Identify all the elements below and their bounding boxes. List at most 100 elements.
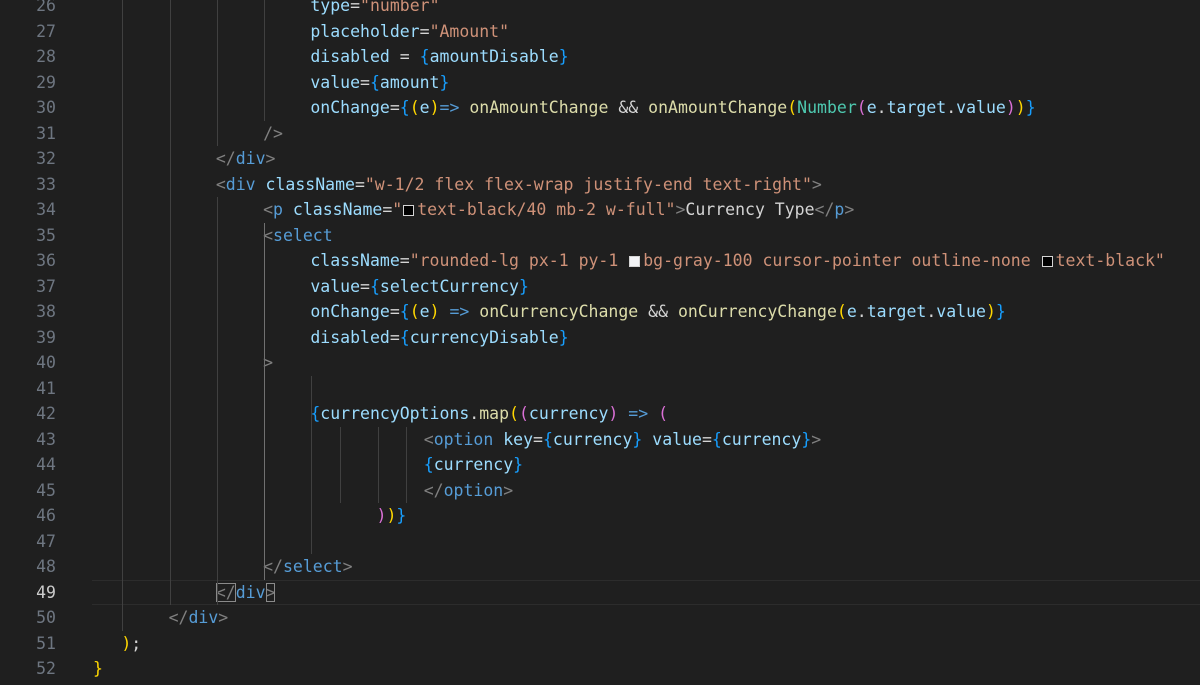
line-number: 45: [36, 480, 56, 500]
code-token: bg-gray-100 cursor-pointer outline-none: [643, 251, 1041, 270]
code-line[interactable]: 31 />: [0, 121, 1200, 147]
code-token: ): [608, 404, 619, 423]
code-token: (: [509, 404, 519, 423]
code-token: "rounded-lg px-1 py-1: [409, 251, 629, 270]
code-token: currencyOptions: [320, 404, 470, 423]
code-token: value: [310, 72, 361, 92]
code-token: ": [392, 200, 403, 219]
code-token: amount: [379, 72, 440, 92]
color-swatch[interactable]: [403, 205, 415, 216]
code-token: =: [389, 302, 400, 321]
code-token: className: [310, 251, 400, 270]
line-number: 36: [36, 251, 56, 270]
code-token: div: [235, 582, 266, 602]
code-token: >: [811, 429, 822, 449]
code-token: =: [354, 174, 365, 194]
code-line[interactable]: 49 </div>: [0, 579, 1200, 606]
code-line[interactable]: 51);: [0, 631, 1200, 657]
code-line[interactable]: 38 onChange={(e) => onCurrencyChange && o…: [0, 299, 1200, 325]
code-line[interactable]: 40 >: [0, 350, 1200, 376]
color-swatch[interactable]: [1041, 256, 1053, 267]
code-text: ))}: [377, 503, 407, 529]
code-line[interactable]: 50 </div>: [0, 605, 1200, 631]
indent-guide: [264, 222, 266, 580]
code-text: disabled={currencyDisable}: [310, 325, 568, 351]
code-line[interactable]: 33 <div className="w-1/2 flex flex-wrap j…: [0, 172, 1200, 198]
code-line[interactable]: 39 disabled={currencyDisable}: [0, 325, 1200, 351]
line-number: 46: [36, 506, 56, 525]
code-token: ): [121, 633, 132, 653]
code-line[interactable]: 35 <select: [0, 223, 1200, 249]
code-line[interactable]: 30 onChange={(e)=> onAmountChange && onAm…: [0, 95, 1200, 121]
code-line[interactable]: 52}: [0, 656, 1200, 682]
code-token: "Amount": [429, 21, 510, 41]
code-line[interactable]: 37 value={selectCurrency}: [0, 274, 1200, 300]
code-line[interactable]: 36 className="rounded-lg px-1 py-1 bg-gra…: [0, 248, 1200, 274]
code-token: e: [419, 302, 430, 321]
code-token: e: [866, 98, 877, 117]
line-number: 34: [36, 200, 56, 219]
code-token: }: [558, 47, 569, 66]
line-number: 52: [36, 659, 56, 678]
code-text: </div>: [169, 605, 229, 631]
code-token: value: [310, 276, 361, 296]
code-line[interactable]: 28 disabled = {amountDisable}: [0, 44, 1200, 70]
code-token: "w-1/2 flex flex-wrap justify-end text-r…: [364, 174, 812, 194]
code-token: </: [423, 480, 444, 500]
code-token: </: [215, 149, 236, 168]
code-token: ): [429, 98, 440, 117]
code-token: p: [834, 200, 845, 219]
code-line[interactable]: 44 {currency}: [0, 452, 1200, 478]
code-line[interactable]: 26 type="number": [0, 0, 1200, 19]
code-line[interactable]: 43 <option key={currency} value={currency…: [0, 427, 1200, 453]
code-token: (: [409, 98, 420, 117]
code-token: ): [1005, 98, 1016, 117]
code-token: onChange: [310, 302, 390, 321]
code-token: (: [518, 404, 529, 423]
code-token: }: [1025, 98, 1036, 117]
code-token: p: [273, 200, 283, 219]
code-text: <p className=" text-black/40 mb-2 w-full"…: [263, 197, 854, 223]
code-token: =: [360, 72, 370, 92]
code-line[interactable]: 45 </option>: [0, 478, 1200, 504]
code-editor[interactable]: 26 type="number" 27 placeholder="Amount" 28 d…: [0, 0, 1200, 685]
line-number: 50: [36, 608, 56, 627]
code-token: }: [513, 455, 524, 474]
line-number: 43: [36, 429, 56, 449]
code-line[interactable]: 47: [0, 529, 1200, 555]
code-token: disabled: [310, 327, 390, 347]
code-token: {: [423, 455, 434, 474]
code-token: {: [399, 302, 410, 321]
line-number: 30: [36, 98, 56, 117]
code-token: div: [225, 174, 256, 194]
code-line[interactable]: 46))}: [0, 503, 1200, 529]
code-text: onChange={(e) => onCurrencyChange && onC…: [310, 299, 1005, 325]
code-token: currencyDisable: [409, 327, 559, 347]
code-token: =: [382, 200, 393, 219]
line-number: 29: [36, 72, 56, 92]
code-token: (: [787, 98, 798, 117]
code-line[interactable]: 29 value={amount}: [0, 70, 1200, 96]
line-number: 49: [36, 582, 56, 602]
color-swatch[interactable]: [629, 256, 641, 267]
code-token: &&: [638, 302, 678, 321]
code-token: onCurrencyChange: [479, 302, 639, 321]
code-token: Number: [797, 98, 857, 117]
code-token: >: [675, 200, 686, 219]
code-text: onChange={(e)=> onAmountChange && onAmou…: [310, 95, 1035, 121]
code-line[interactable]: 34 <p className=" text-black/40 mb-2 w-ful…: [0, 197, 1200, 223]
code-text: </option>: [424, 478, 513, 504]
code-line[interactable]: 42 {currencyOptions.map((currency) => (: [0, 401, 1200, 427]
code-line[interactable]: 48 </select>: [0, 554, 1200, 580]
code-text: );: [121, 631, 141, 657]
code-text: value={selectCurrency}: [310, 274, 529, 300]
code-token: key: [503, 429, 534, 449]
code-line[interactable]: 41: [0, 376, 1200, 402]
code-token: =: [389, 98, 400, 117]
code-line[interactable]: 27 placeholder="Amount": [0, 19, 1200, 45]
code-line[interactable]: 32 </div>: [0, 146, 1200, 172]
